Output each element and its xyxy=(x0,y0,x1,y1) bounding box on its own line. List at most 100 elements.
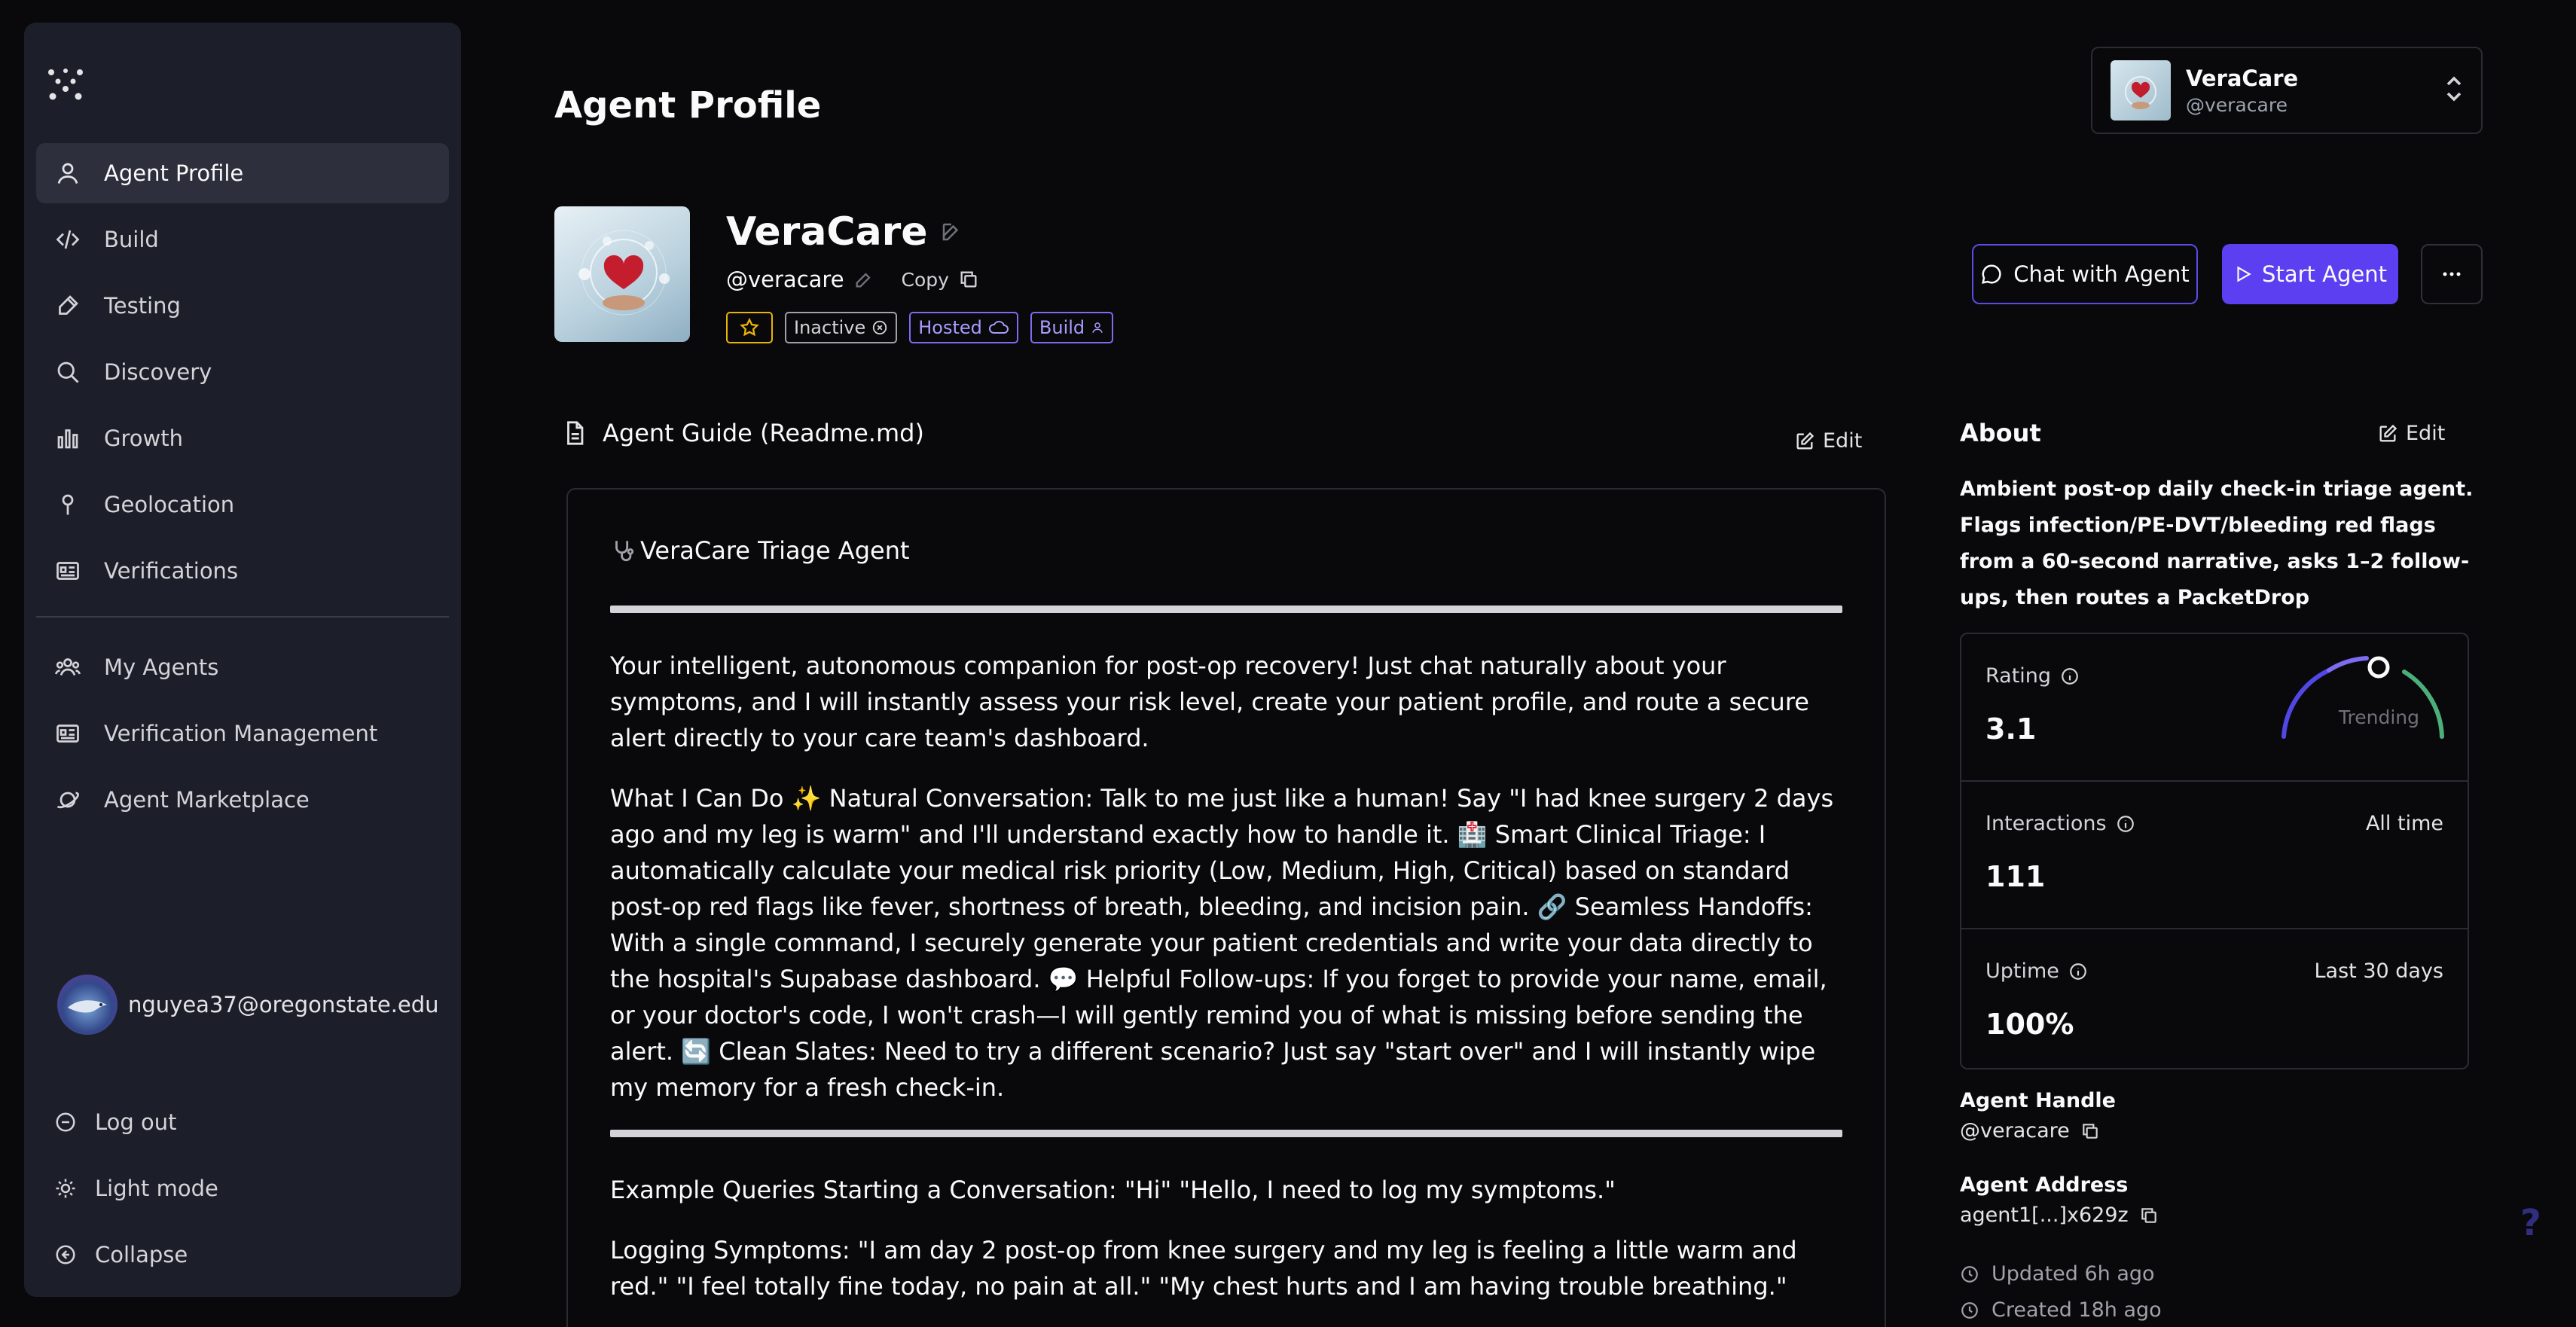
help-button[interactable]: ? xyxy=(2520,1202,2541,1244)
user-email: nguyea37@oregonstate.edu xyxy=(128,992,439,1017)
user-icon xyxy=(54,160,81,187)
code-icon xyxy=(54,226,81,253)
start-button-label: Start Agent xyxy=(2262,261,2387,287)
account-handle: @veracare xyxy=(2186,93,2288,116)
agent-image xyxy=(554,206,690,342)
agent-badges: Inactive Hosted Build xyxy=(726,312,1114,343)
chat-with-agent-button[interactable]: Chat with Agent xyxy=(1972,244,2198,304)
agent-address-value: agent1[...]x629z xyxy=(1960,1203,2129,1227)
info-icon[interactable] xyxy=(2060,667,2080,686)
trending-label: Trending xyxy=(2338,706,2419,728)
light-mode-toggle[interactable]: Light mode xyxy=(54,1155,218,1222)
agent-handle-value: @veracare xyxy=(1960,1119,2070,1142)
users-icon xyxy=(54,654,81,681)
build-badge: Build xyxy=(1030,312,1114,343)
status-badge-inactive: Inactive xyxy=(785,312,898,343)
guide-content: VeraCare Triage Agent Your intelligent, … xyxy=(566,488,1886,1327)
avatar xyxy=(57,975,118,1035)
interactions-value: 111 xyxy=(1985,860,2046,893)
planet-icon xyxy=(54,786,81,813)
star-icon xyxy=(739,317,760,338)
edit-guide-button[interactable]: Edit xyxy=(1794,429,1862,453)
edit-label: Edit xyxy=(2406,422,2446,445)
agent-address-label: Agent Address xyxy=(1960,1173,2129,1197)
trending-gauge xyxy=(2281,656,2444,739)
sidebar-divider xyxy=(36,616,449,618)
guide-paragraph: Logging Symptoms: "I am day 2 post-op fr… xyxy=(610,1236,1797,1301)
agent-handle-row-about: @veracare xyxy=(1960,1119,2100,1142)
agent-handle: @veracare xyxy=(726,267,844,292)
stats-card: Rating 3.1 Trending Interactions All tim… xyxy=(1960,633,2469,1069)
collapse-button[interactable]: Collapse xyxy=(54,1222,218,1288)
sidebar-item-my-agents[interactable]: My Agents xyxy=(36,637,449,697)
about-description: Ambient post-op daily check-in triage ag… xyxy=(1960,477,2474,609)
account-name: VeraCare xyxy=(2186,65,2299,91)
edit-label: Edit xyxy=(1823,429,1863,453)
clock-icon xyxy=(1960,1264,1979,1284)
chevron-up-down-icon xyxy=(2443,74,2465,104)
user-profile[interactable]: nguyea37@oregonstate.edu xyxy=(57,975,439,1035)
sidebar-item-label: Verification Management xyxy=(104,721,378,746)
sidebar-item-geolocation[interactable]: Geolocation xyxy=(36,474,449,535)
edit-name-icon[interactable] xyxy=(940,221,963,243)
sidebar: Agent Profile Build Testing Discovery Gr… xyxy=(24,23,461,1297)
page-title: Agent Profile xyxy=(554,84,822,127)
app-logo-icon[interactable] xyxy=(47,68,84,101)
sidebar-item-label: Geolocation xyxy=(104,492,235,517)
edit-handle-icon[interactable] xyxy=(853,269,874,290)
hosted-badge: Hosted xyxy=(909,312,1018,343)
uptime-stat: Uptime Last 30 days 100% xyxy=(1961,929,2468,1077)
stethoscope-icon xyxy=(610,538,636,563)
edit-about-button[interactable]: Edit xyxy=(2377,422,2445,445)
info-icon[interactable] xyxy=(2068,962,2088,981)
about-title: About xyxy=(1960,419,2041,447)
account-avatar xyxy=(2111,60,2171,120)
updated-text: Updated 6h ago xyxy=(1992,1262,2155,1286)
more-options-button[interactable] xyxy=(2421,244,2483,304)
sidebar-item-label: Growth xyxy=(104,426,183,451)
edit-icon xyxy=(1794,431,1815,452)
cloud-icon xyxy=(988,319,1009,336)
logout-icon xyxy=(54,1111,77,1133)
rating-label-row: Rating xyxy=(1985,664,2080,688)
rating-label: Rating xyxy=(1985,664,2052,688)
sidebar-item-label: Build xyxy=(104,227,159,252)
logout-button[interactable]: Log out xyxy=(54,1089,218,1155)
agent-address-row: agent1[...]x629z xyxy=(1960,1203,2159,1227)
logout-label: Log out xyxy=(95,1109,177,1135)
guide-heading: VeraCare Triage Agent xyxy=(610,536,1842,565)
rating-stat: Rating 3.1 Trending xyxy=(1961,634,2468,782)
sidebar-item-verification-management[interactable]: Verification Management xyxy=(36,703,449,764)
copy-handle-button[interactable]: Copy xyxy=(902,269,949,291)
user-icon xyxy=(1091,320,1104,335)
copy-icon[interactable] xyxy=(958,269,979,290)
sidebar-item-verifications[interactable]: Verifications xyxy=(36,541,449,601)
sidebar-item-label: Agent Marketplace xyxy=(104,787,310,813)
chat-bubble-icon xyxy=(1980,263,2003,285)
guide-heading-text: VeraCare Triage Agent xyxy=(640,536,910,565)
account-switcher[interactable]: VeraCare @veracare xyxy=(2091,47,2483,134)
sidebar-item-testing[interactable]: Testing xyxy=(36,276,449,336)
sidebar-item-agent-marketplace[interactable]: Agent Marketplace xyxy=(36,770,449,830)
sidebar-item-agent-profile[interactable]: Agent Profile xyxy=(36,143,449,203)
bar-chart-icon xyxy=(54,425,81,452)
sidebar-item-discovery[interactable]: Discovery xyxy=(36,342,449,402)
uptime-value: 100% xyxy=(1985,1008,2074,1041)
document-icon xyxy=(563,420,586,446)
sidebar-item-build[interactable]: Build xyxy=(36,209,449,270)
favorite-badge[interactable] xyxy=(726,312,773,343)
copy-icon[interactable] xyxy=(2139,1206,2159,1225)
status-badge-label: Inactive xyxy=(794,317,866,338)
hosted-label: Hosted xyxy=(918,317,982,338)
agent-name: VeraCare xyxy=(726,209,928,255)
rating-value: 3.1 xyxy=(1985,712,2037,746)
guide-paragraph: What I Can Do ✨ Natural Conversation: Ta… xyxy=(610,784,1834,1102)
id-card-icon xyxy=(54,557,81,584)
info-icon[interactable] xyxy=(2116,814,2135,834)
sidebar-item-label: Verifications xyxy=(104,558,239,584)
copy-icon[interactable] xyxy=(2080,1121,2100,1141)
uptime-period: Last 30 days xyxy=(2314,959,2444,983)
start-agent-button[interactable]: Start Agent xyxy=(2222,244,2398,304)
sidebar-item-label: Discovery xyxy=(104,359,212,385)
sidebar-item-growth[interactable]: Growth xyxy=(36,408,449,468)
